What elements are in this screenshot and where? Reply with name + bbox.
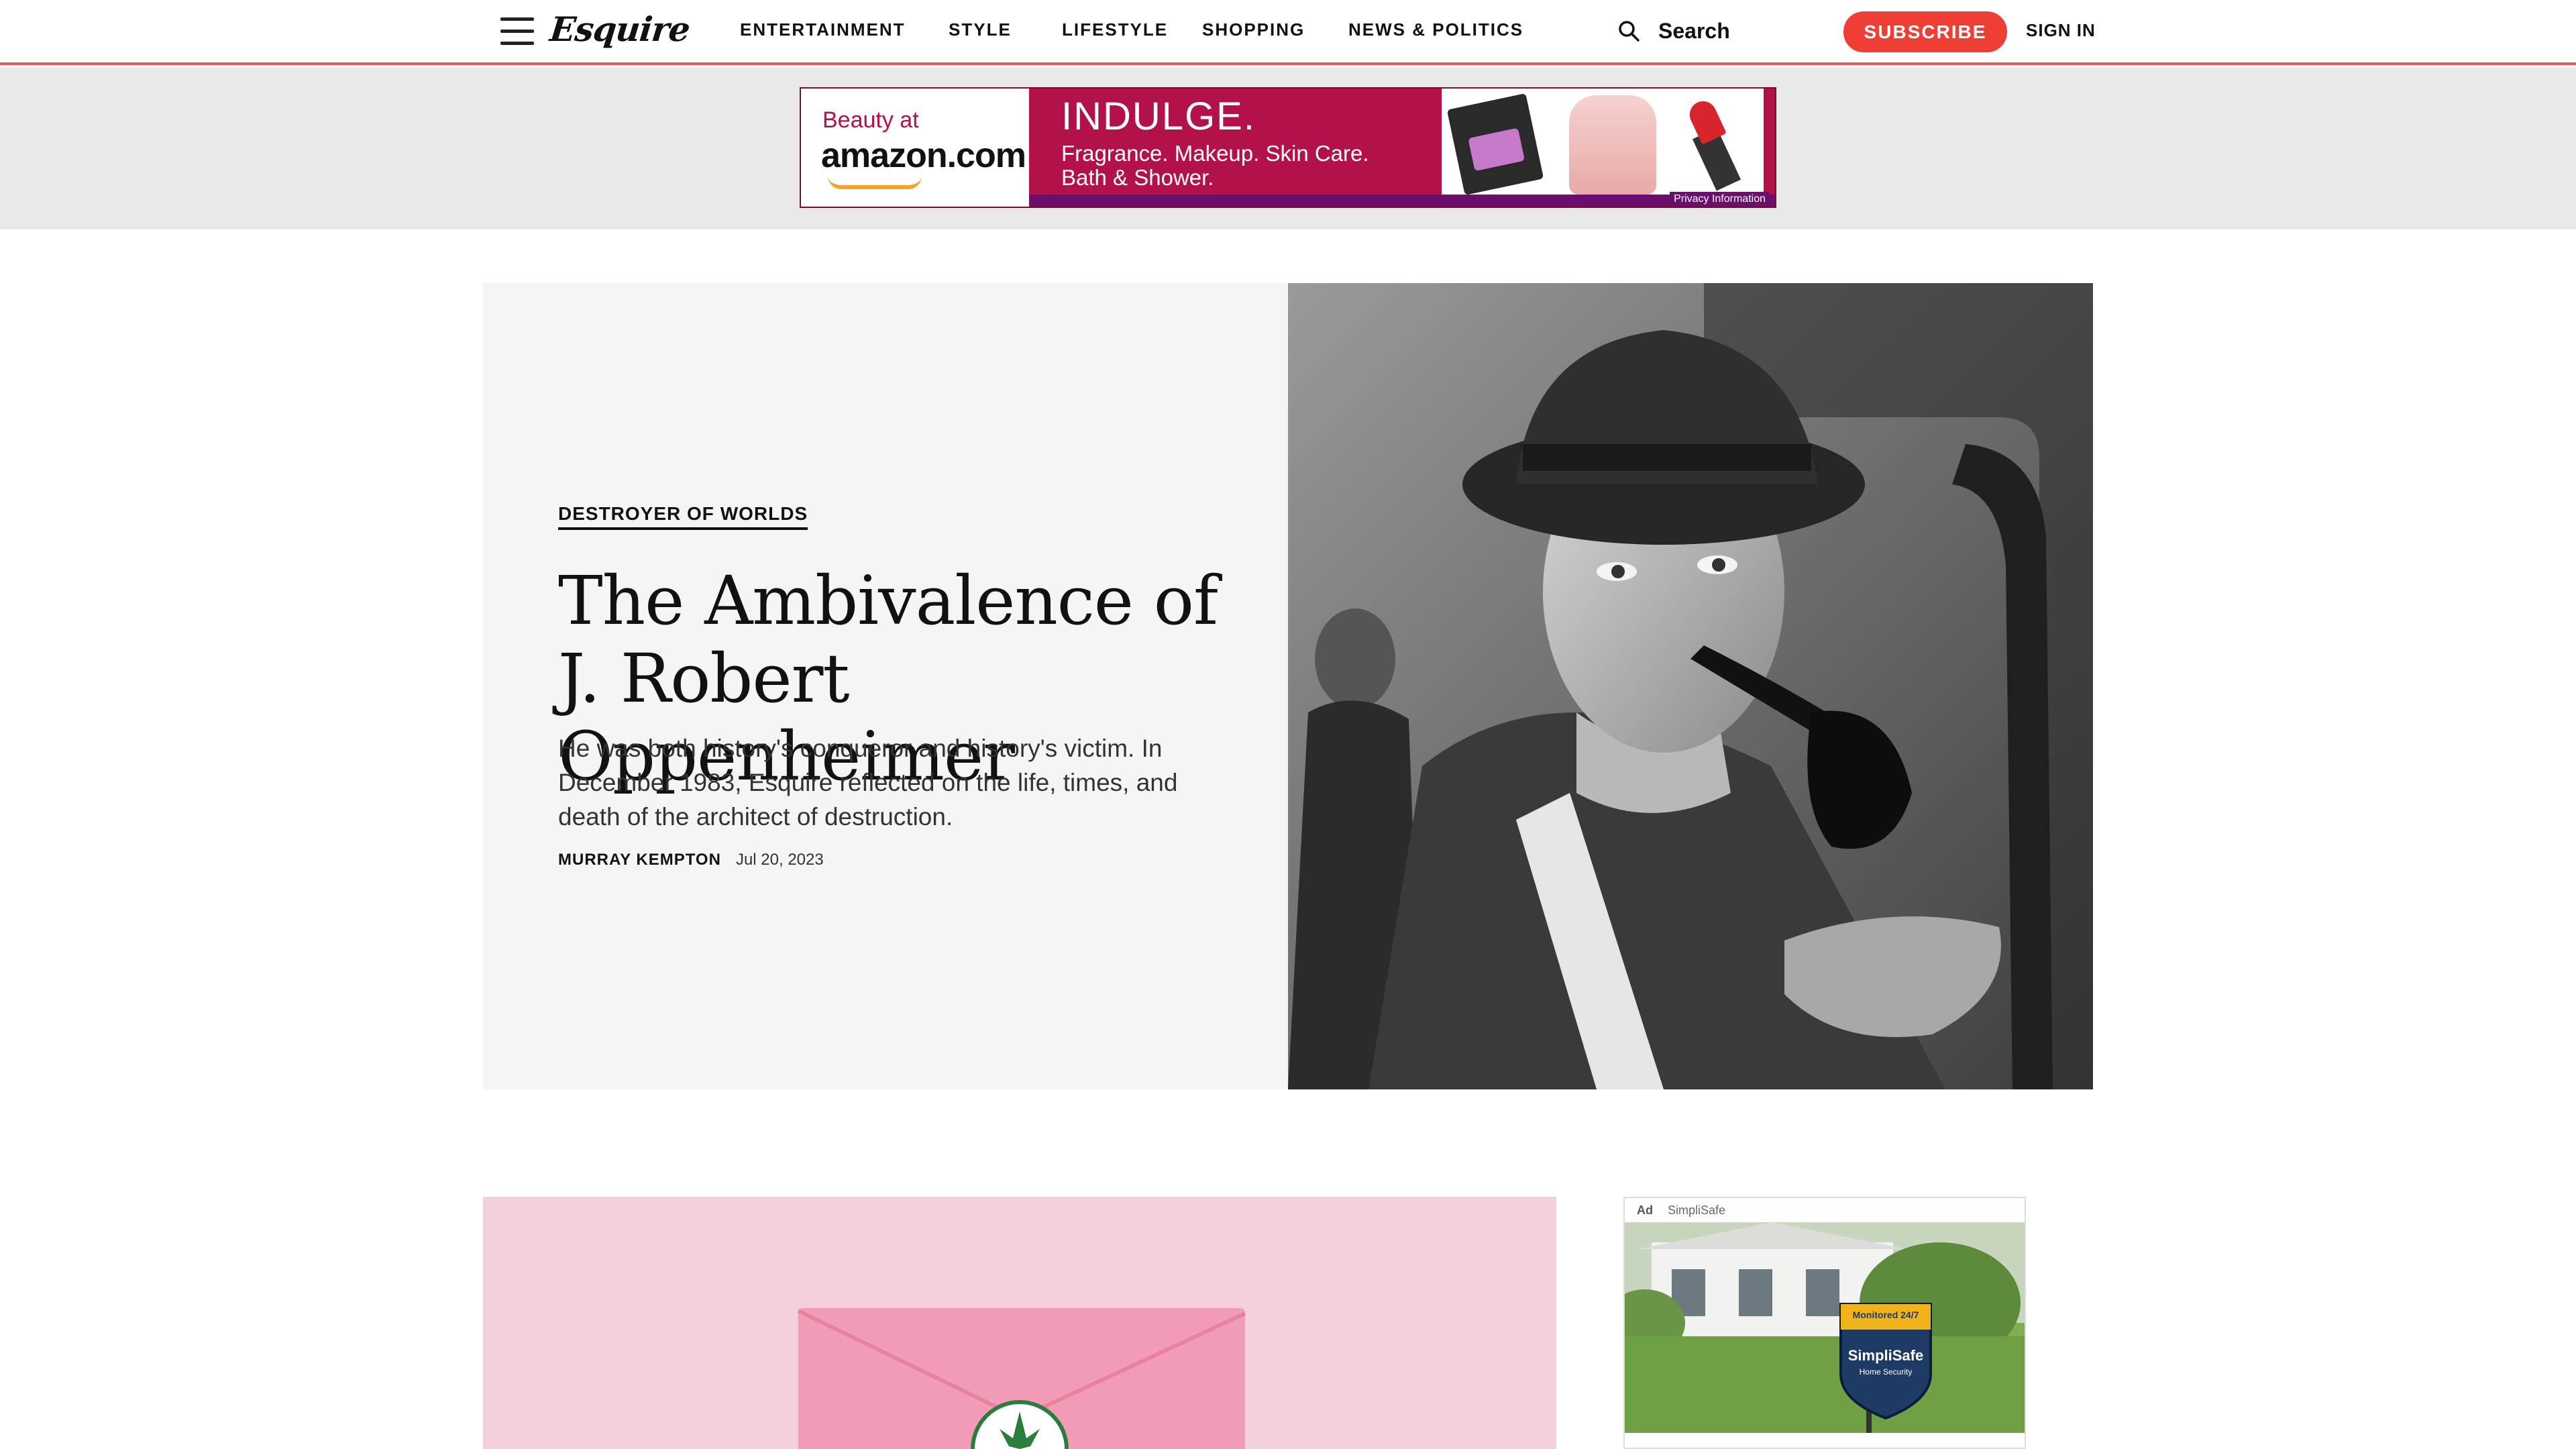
article-kicker[interactable]: DESTROYER OF WORLDS xyxy=(558,503,808,530)
hero-photo[interactable] xyxy=(1288,283,2093,1089)
badge-sub-text: Home Security xyxy=(1859,1367,1913,1377)
simplisafe-ad-image[interactable] xyxy=(1625,1222,2025,1433)
publish-date: Jul 20, 2023 xyxy=(735,851,824,869)
simplisafe-badge-icon: Monitored 24/7 SimpliSafe Home Security xyxy=(1837,1300,1935,1420)
nav-link-style[interactable]: STYLE xyxy=(949,19,1012,40)
article-dek: He was both history's conqueror and hist… xyxy=(558,735,1178,830)
eyeshadow-palette-image xyxy=(1446,93,1544,196)
badge-brand-text: SimpliSafe xyxy=(1847,1347,1924,1364)
secondary-article-image[interactable] xyxy=(483,1197,1556,1449)
banner-product-image xyxy=(1442,89,1764,196)
privacy-information-link[interactable]: Privacy Information xyxy=(1670,192,1770,207)
sidebar-ad[interactable]: Ad SimpliSafe Monitored 24/7 SimpliSafe … xyxy=(1623,1197,2026,1449)
nav-link-shopping[interactable]: SHOPPING xyxy=(1202,19,1305,40)
search-icon xyxy=(1617,19,1641,43)
menu-icon[interactable] xyxy=(500,16,534,46)
lipstick-image xyxy=(1683,94,1743,191)
banner-amazon-panel: Beauty at amazon.com xyxy=(801,89,1029,207)
search-button[interactable]: Search xyxy=(1617,16,1730,46)
ad-label-row: Ad SimpliSafe xyxy=(1625,1198,2025,1222)
author-name[interactable]: MURRAY KEMPTON xyxy=(558,851,721,869)
amazon-smile-icon xyxy=(828,176,922,189)
banner-subline-1: Fragrance. Makeup. Skin Care. xyxy=(1061,141,1369,166)
banner-beauty-text: Beauty at xyxy=(822,107,919,133)
nav-link-lifestyle[interactable]: LIFESTYLE xyxy=(1062,19,1168,40)
banner-headline: INDULGE. xyxy=(1061,95,1256,138)
banner-ad[interactable]: Beauty at amazon.com INDULGE. Fragrance.… xyxy=(800,87,1776,208)
top-nav: Esquire ENTERTAINMENT STYLE LIFESTYLE SH… xyxy=(0,0,2576,65)
search-label: Search xyxy=(1658,18,1730,43)
ad-tag: Ad xyxy=(1637,1203,1653,1217)
ad-sponsor[interactable]: SimpliSafe xyxy=(1668,1203,1725,1218)
badge-top-text: Monitored 24/7 xyxy=(1852,1309,1919,1320)
byline: MURRAY KEMPTON Jul 20, 2023 xyxy=(558,851,824,869)
sign-in-link[interactable]: SIGN IN xyxy=(2026,20,2096,41)
hero-article[interactable]: DESTROYER OF WORLDS The Ambivalence of J… xyxy=(483,283,2093,1089)
subscribe-button[interactable]: SUBSCRIBE xyxy=(1843,11,2007,52)
nav-link-news-politics[interactable]: NEWS & POLITICS xyxy=(1348,19,1523,40)
banner-subline-2: Bath & Shower. xyxy=(1061,165,1214,190)
perfume-bottle-image xyxy=(1569,95,1656,195)
banner-footer-strip xyxy=(1029,195,1775,207)
amazon-logo: amazon.com xyxy=(821,136,1026,175)
hero-text-panel: DESTROYER OF WORLDS The Ambivalence of J… xyxy=(483,283,1288,1089)
nav-link-entertainment[interactable]: ENTERTAINMENT xyxy=(740,19,906,40)
site-logo[interactable]: Esquire xyxy=(548,9,692,50)
